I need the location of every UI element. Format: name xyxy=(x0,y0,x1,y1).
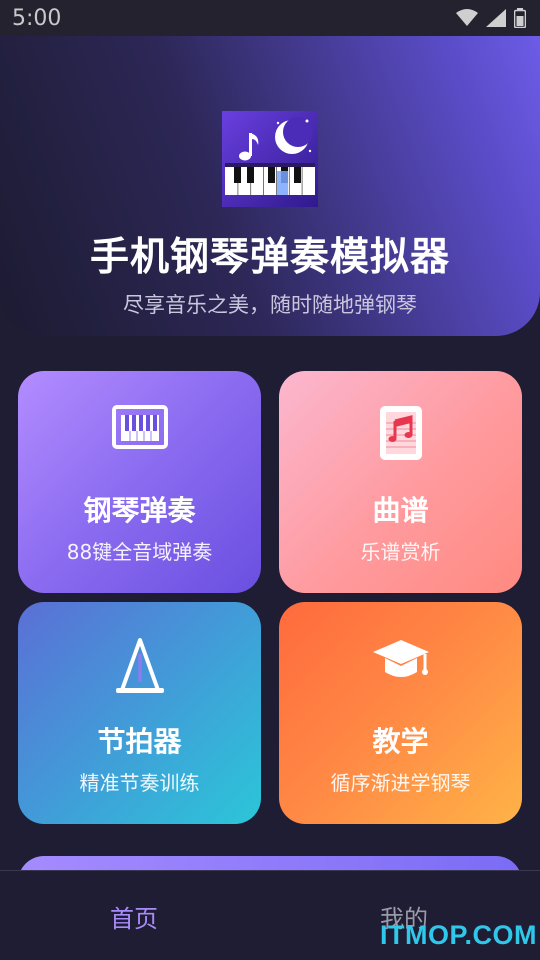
card-title: 曲谱 xyxy=(372,494,429,527)
hero-banner: 手机钢琴弹奏模拟器 尽享音乐之美，随时随地弹钢琴 xyxy=(0,36,540,336)
app-title: 手机钢琴弹奏模拟器 xyxy=(89,235,450,280)
nav-home-tab[interactable]: 首页 xyxy=(110,899,158,934)
signal-icon xyxy=(486,9,506,27)
card-title: 教学 xyxy=(372,725,429,758)
card-subtitle: 乐谱赏析 xyxy=(360,540,441,564)
piano-play-card[interactable]: 钢琴弹奏 88键全音域弹奏 xyxy=(18,371,261,593)
card-title: 节拍器 xyxy=(97,725,182,758)
status-time: 5:00 xyxy=(12,5,62,31)
card-subtitle: 精准节奏训练 xyxy=(79,771,200,795)
watermark: ITMOP.COM xyxy=(380,920,538,950)
metronome-icon xyxy=(115,638,164,693)
battery-icon xyxy=(514,8,526,28)
status-bar: 5:00 xyxy=(0,0,540,36)
sheet-music-icon xyxy=(379,406,422,460)
card-subtitle: 循序渐进学钢琴 xyxy=(330,771,471,795)
card-title: 钢琴弹奏 xyxy=(83,494,196,527)
sheet-music-card[interactable]: 曲谱 乐谱赏析 xyxy=(279,371,522,593)
status-icons xyxy=(456,8,526,28)
card-subtitle: 88键全音域弹奏 xyxy=(66,540,213,564)
piano-keyboard-icon xyxy=(111,405,168,449)
metronome-card[interactable]: 节拍器 精准节奏训练 xyxy=(18,602,261,824)
app-subtitle: 尽享音乐之美，随时随地弹钢琴 xyxy=(123,293,417,317)
piano-moon-app-icon xyxy=(222,111,318,207)
graduation-cap-icon xyxy=(372,640,429,677)
wifi-icon xyxy=(456,9,478,26)
teaching-card[interactable]: 教学 循序渐进学钢琴 xyxy=(279,602,522,824)
